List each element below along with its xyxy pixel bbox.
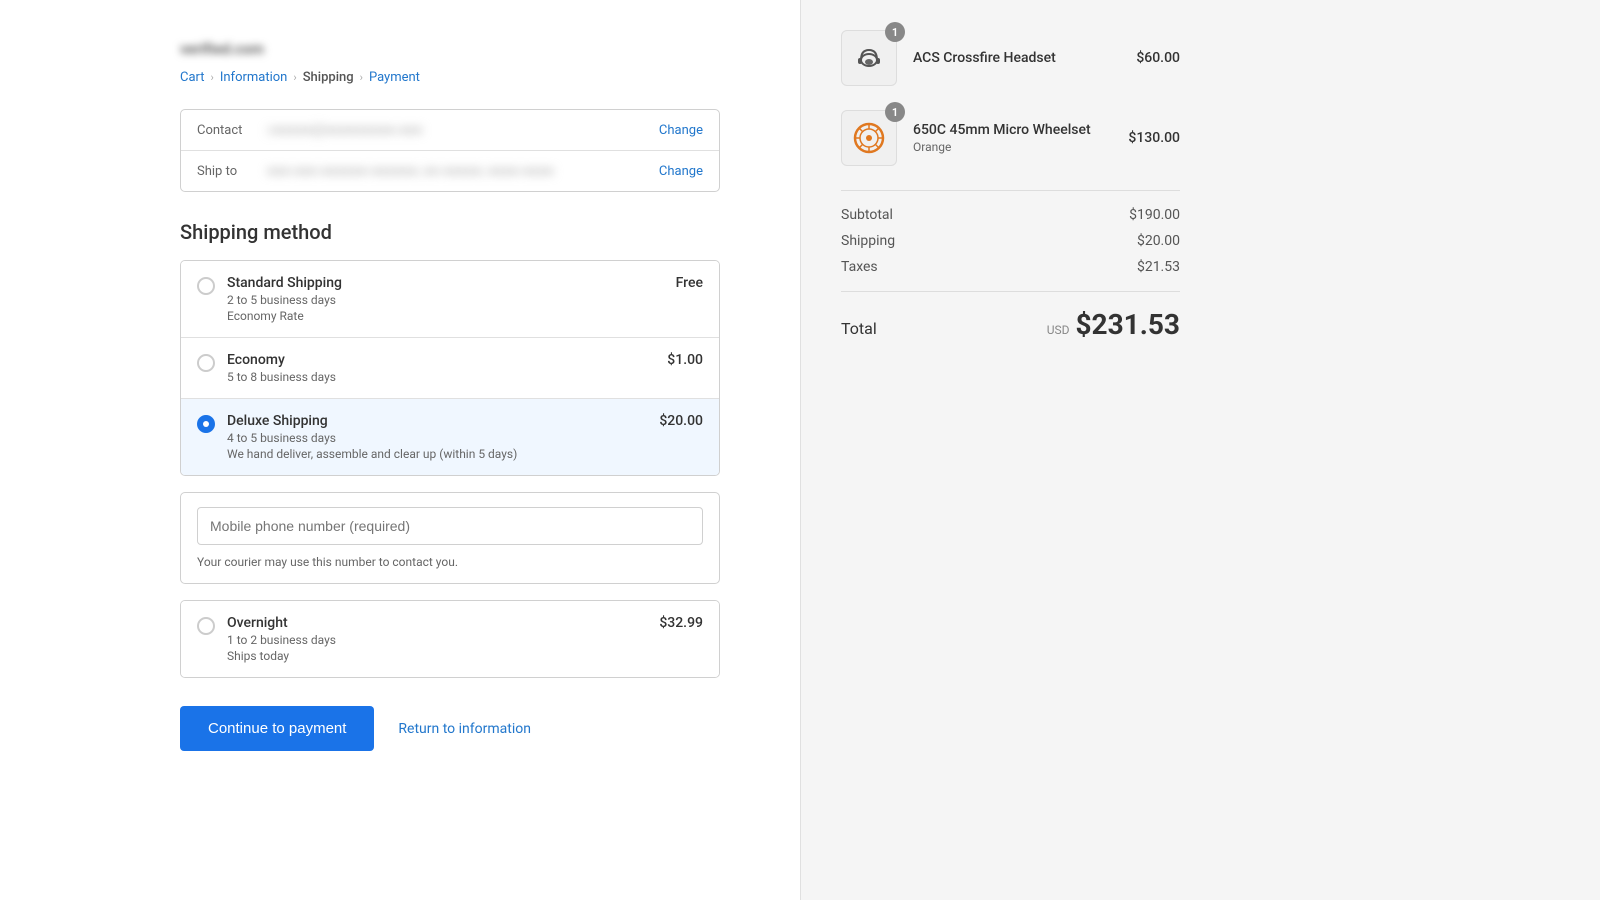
radio-economy[interactable] (197, 354, 215, 372)
item-img-wrap-wheelset: 1 (841, 110, 897, 166)
shipping-value: $20.00 (1137, 233, 1180, 249)
taxes-value: $21.53 (1137, 259, 1180, 275)
phone-input[interactable] (197, 507, 703, 545)
breadcrumb-sep-1: › (211, 71, 214, 84)
divider-2 (841, 291, 1180, 292)
option-economy-price: $1.00 (667, 352, 703, 368)
breadcrumb-cart[interactable]: Cart (180, 70, 205, 85)
option-deluxe-price: $20.00 (659, 413, 703, 429)
option-deluxe-desc1: 4 to 5 business days (227, 431, 643, 445)
button-row: Continue to payment Return to informatio… (180, 706, 720, 751)
subtotal-label: Subtotal (841, 207, 893, 223)
item-name-wheelset: 650C 45mm Micro Wheelset (913, 122, 1112, 138)
item-img-wrap-headset: 1 (841, 30, 897, 86)
option-overnight-desc1: 1 to 2 business days (227, 633, 643, 647)
option-standard-desc1: 2 to 5 business days (227, 293, 660, 307)
breadcrumb: Cart › Information › Shipping › Payment (180, 70, 720, 85)
ship-to-change-link[interactable]: Change (659, 164, 703, 179)
item-name-headset: ACS Crossfire Headset (913, 50, 1120, 66)
item-info-wheelset: 650C 45mm Micro Wheelset Orange (913, 122, 1112, 154)
breadcrumb-information[interactable]: Information (220, 70, 288, 85)
contact-label: Contact (197, 123, 267, 138)
option-deluxe-details: Deluxe Shipping 4 to 5 business days We … (227, 413, 643, 461)
option-deluxe-desc2: We hand deliver, assemble and clear up (… (227, 447, 643, 461)
radio-overnight[interactable] (197, 617, 215, 635)
headset-icon (851, 40, 887, 76)
shipping-row: Shipping $20.00 (841, 233, 1180, 249)
total-label: Total (841, 319, 877, 338)
option-economy-name: Economy (227, 352, 651, 368)
cart-item-wheelset: 1 650C 45mm Micro Wheelset Orange $130.0… (841, 110, 1180, 166)
cart-item-headset: 1 ACS Crossfire Headset $60.00 (841, 30, 1180, 86)
total-row: Total USD $231.53 (841, 308, 1180, 341)
option-standard-details: Standard Shipping 2 to 5 business days E… (227, 275, 660, 323)
option-overnight-section: Overnight 1 to 2 business days Ships tod… (180, 600, 720, 678)
option-standard-desc2: Economy Rate (227, 309, 660, 323)
info-box: Contact c●●●●●@●●●●●●●●●.●●● Change Ship… (180, 109, 720, 192)
option-overnight-price: $32.99 (659, 615, 703, 631)
wheel-icon (851, 120, 887, 156)
left-panel: verified.com Cart › Information › Shippi… (0, 0, 800, 900)
contact-row: Contact c●●●●●@●●●●●●●●●.●●● Change (181, 110, 719, 150)
total-currency: USD (1047, 323, 1070, 337)
option-overnight-desc2: Ships today (227, 649, 643, 663)
ship-to-label: Ship to (197, 164, 267, 179)
item-info-headset: ACS Crossfire Headset (913, 50, 1120, 66)
phone-hint: Your courier may use this number to cont… (197, 555, 703, 569)
taxes-row: Taxes $21.53 (841, 259, 1180, 275)
item-badge-headset: 1 (885, 22, 905, 42)
item-sub-wheelset: Orange (913, 140, 1112, 154)
brand-name: verified.com (180, 40, 720, 58)
taxes-label: Taxes (841, 259, 878, 275)
option-economy[interactable]: Economy 5 to 8 business days $1.00 (181, 337, 719, 398)
item-price-wheelset: $130.00 (1128, 130, 1180, 146)
option-economy-desc1: 5 to 8 business days (227, 370, 651, 384)
contact-value: c●●●●●@●●●●●●●●●.●●● (267, 122, 659, 138)
shipping-method-title: Shipping method (180, 220, 720, 244)
option-economy-details: Economy 5 to 8 business days (227, 352, 651, 384)
option-deluxe[interactable]: Deluxe Shipping 4 to 5 business days We … (181, 398, 719, 475)
item-badge-wheelset: 1 (885, 102, 905, 122)
subtotal-value: $190.00 (1129, 207, 1180, 223)
radio-deluxe[interactable] (197, 415, 215, 433)
option-standard[interactable]: Standard Shipping 2 to 5 business days E… (181, 261, 719, 337)
option-deluxe-name: Deluxe Shipping (227, 413, 643, 429)
return-to-information-link[interactable]: Return to information (398, 721, 531, 737)
contact-change-link[interactable]: Change (659, 123, 703, 138)
divider-1 (841, 190, 1180, 191)
total-amount-wrap: USD $231.53 (1047, 308, 1180, 341)
total-amount: $231.53 (1075, 308, 1180, 341)
phone-section: Your courier may use this number to cont… (180, 492, 720, 584)
option-overnight-details: Overnight 1 to 2 business days Ships tod… (227, 615, 643, 663)
shipping-label: Shipping (841, 233, 895, 249)
breadcrumb-sep-3: › (360, 71, 363, 84)
option-overnight[interactable]: Overnight 1 to 2 business days Ships tod… (181, 601, 719, 677)
breadcrumb-sep-2: › (293, 71, 296, 84)
item-price-headset: $60.00 (1136, 50, 1180, 66)
breadcrumb-shipping: Shipping (303, 70, 354, 85)
breadcrumb-payment: Payment (369, 70, 420, 85)
continue-to-payment-button[interactable]: Continue to payment (180, 706, 374, 751)
shipping-options: Standard Shipping 2 to 5 business days E… (180, 260, 720, 476)
option-standard-name: Standard Shipping (227, 275, 660, 291)
subtotal-row: Subtotal $190.00 (841, 207, 1180, 223)
radio-standard[interactable] (197, 277, 215, 295)
ship-to-value: ●●● ●●● ●●●●●● ●●●●●●, ●● ●●●●●, ●●●● ●●… (267, 163, 659, 179)
option-overnight-name: Overnight (227, 615, 643, 631)
ship-to-row: Ship to ●●● ●●● ●●●●●● ●●●●●●, ●● ●●●●●,… (181, 150, 719, 191)
right-panel: 1 ACS Crossfire Headset $60.00 (800, 0, 1220, 900)
option-standard-price: Free (676, 275, 703, 291)
